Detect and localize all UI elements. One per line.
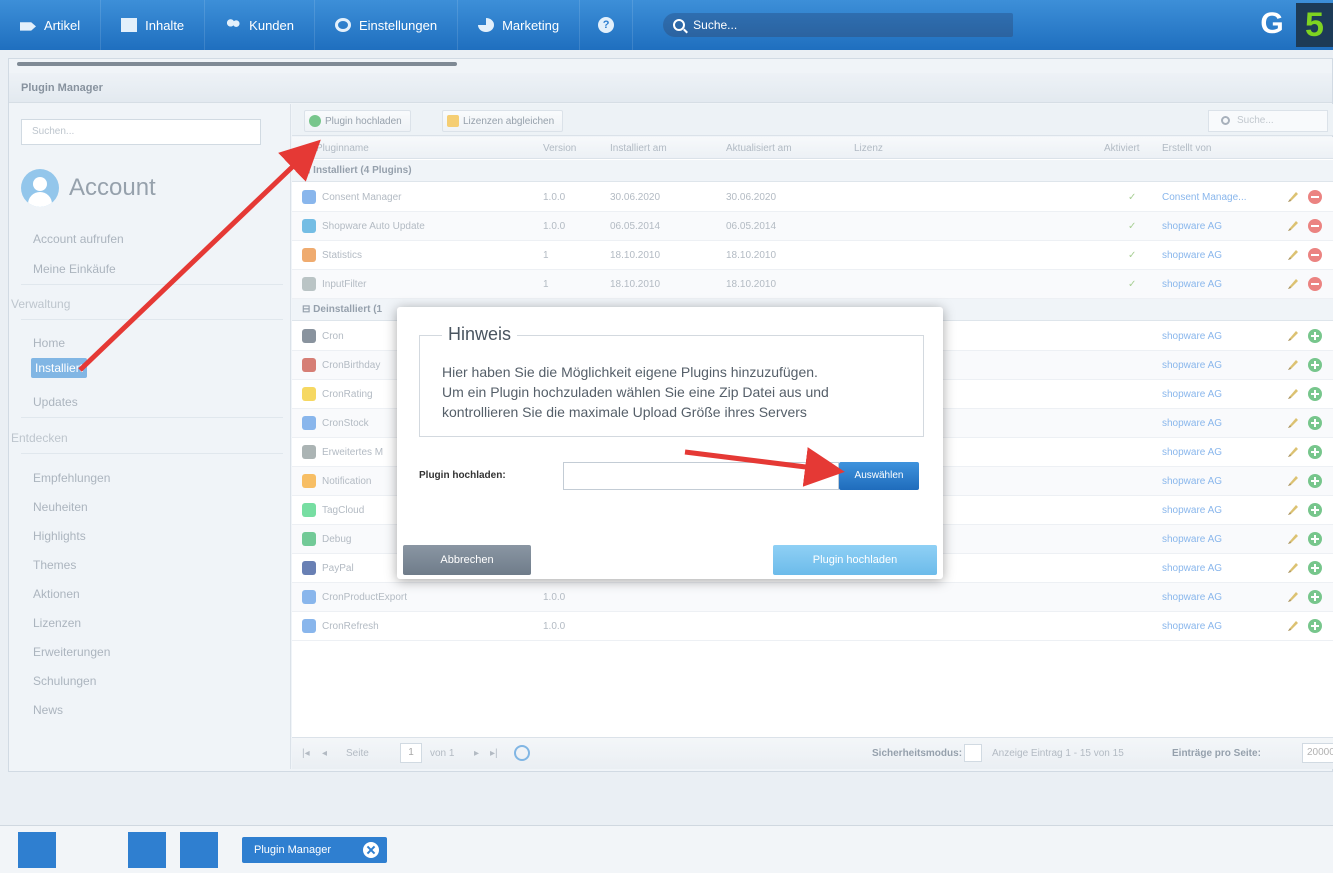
hint-text: Hier haben Sie die Möglichkeit eigene Pl… (442, 362, 912, 422)
hint-line: Hier haben Sie die Möglichkeit eigene Pl… (442, 364, 818, 380)
search-icon (673, 19, 686, 31)
menu-marketing[interactable]: Marketing (458, 0, 581, 50)
windows-icon[interactable] (68, 832, 106, 868)
document-icon (121, 18, 138, 32)
hint-title: Hinweis (442, 324, 518, 345)
help-button[interactable]: ? (580, 0, 634, 50)
hint-fieldset: Hinweis Hier haben Sie die Möglichkeit e… (419, 324, 924, 437)
top-search-input[interactable]: Suche... (663, 13, 1014, 37)
clock-icon[interactable] (128, 832, 166, 868)
menu-artikel[interactable]: Artikel (0, 0, 102, 50)
chart-icon (478, 18, 495, 32)
hint-line: kontrollieren Sie die maximale Upload Gr… (442, 404, 807, 420)
menu-label: Marketing (502, 17, 560, 33)
menu-label: Kunden (249, 17, 294, 33)
gear-icon (335, 18, 351, 32)
shopware-logo: 5 (1296, 3, 1333, 47)
upload-field-label: Plugin hochladen: (419, 470, 506, 481)
help-icon: ? (598, 17, 615, 33)
menu-label: Inhalte (145, 17, 185, 33)
upload-file-input[interactable] (563, 462, 839, 490)
menu-kunden[interactable]: Kunden (205, 0, 315, 50)
hint-line: Um ein Plugin hochzuladen wählen Sie ein… (442, 384, 829, 400)
taskbar: Plugin Manager (0, 825, 1333, 873)
upload-dialog: Hinweis Hier haben Sie die Möglichkeit e… (397, 307, 943, 579)
menu-inhalte[interactable]: Inhalte (101, 0, 206, 50)
tag-icon (20, 22, 36, 31)
refresh-icon[interactable]: G (1257, 8, 1287, 40)
top-menu-bar: Artikel Inhalte Kunden Einstellungen Mar… (0, 0, 1333, 50)
task-label: Plugin Manager (254, 844, 332, 856)
menu-label: Artikel (44, 17, 81, 33)
menu-einstellungen[interactable]: Einstellungen (315, 0, 459, 50)
menu-label: Einstellungen (359, 17, 438, 33)
submit-upload-button[interactable]: Plugin hochladen (773, 545, 937, 575)
cancel-button[interactable]: Abbrechen (403, 545, 531, 575)
bell-icon[interactable] (180, 832, 218, 868)
task-plugin-manager[interactable]: Plugin Manager (242, 837, 387, 863)
close-icon[interactable] (363, 842, 379, 858)
choose-file-button[interactable]: Auswählen (839, 462, 919, 490)
logout-icon[interactable] (18, 832, 56, 868)
users-icon (225, 18, 242, 32)
top-search-label: Suche... (693, 18, 738, 32)
